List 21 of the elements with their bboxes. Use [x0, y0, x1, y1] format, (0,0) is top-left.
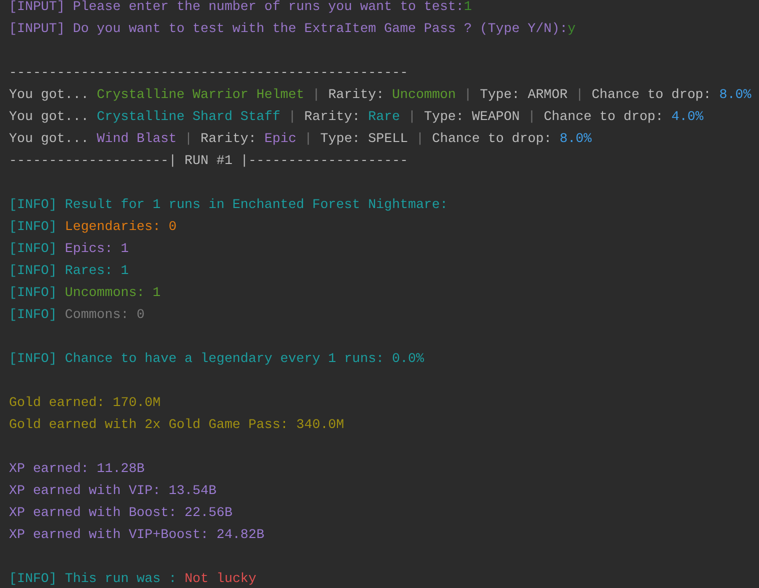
- console-line: [INFO] Epics: 1: [9, 240, 129, 258]
- console-line: [INFO] Commons: 0: [9, 306, 145, 324]
- console-line: XP earned with Boost: 22.56B: [9, 504, 232, 522]
- console-line: [INFO] This run was : Not lucky: [9, 570, 256, 588]
- console-line: You got... Crystalline Shard Staff | Rarity: Rare | Type: WEAPON | Chance to drop: 4.0%: [9, 108, 704, 126]
- console-line: [INFO] Result for 1 runs in Enchanted Forest Nightmare:: [9, 196, 448, 214]
- console-line: [INPUT] Do you want to test with the ExtraItem Game Pass ? (Type Y/N):y: [9, 20, 576, 38]
- console-line: [INFO] Chance to have a legendary every 1 runs: 0.0%: [9, 350, 424, 368]
- console-line: --------------------------------------------------: [9, 64, 408, 82]
- console-line: You got... Wind Blast | Rarity: Epic | Type: SPELL | Chance to drop: 8.0%: [9, 130, 592, 148]
- console-line: --------------------| RUN #1 |--------------------: [9, 152, 408, 170]
- console-line: [INFO] Legendaries: 0: [9, 218, 177, 236]
- console-line: Gold earned: 170.0M: [9, 394, 161, 412]
- console-line: [INPUT] Please enter the number of runs you want to test:1: [9, 0, 472, 16]
- console-line: [INFO] Uncommons: 1: [9, 284, 161, 302]
- console-line: XP earned with VIP+Boost: 24.82B: [9, 526, 264, 544]
- console-line: You got... Crystalline Warrior Helmet | Rarity: Uncommon | Type: ARMOR | Chance to drop: 8.0%: [9, 86, 752, 104]
- console-line: Gold earned with 2x Gold Game Pass: 340.0M: [9, 416, 344, 434]
- console-line: XP earned with VIP: 13.54B: [9, 482, 216, 500]
- console-line: [INFO] Rares: 1: [9, 262, 129, 280]
- console-line: XP earned: 11.28B: [9, 460, 145, 478]
